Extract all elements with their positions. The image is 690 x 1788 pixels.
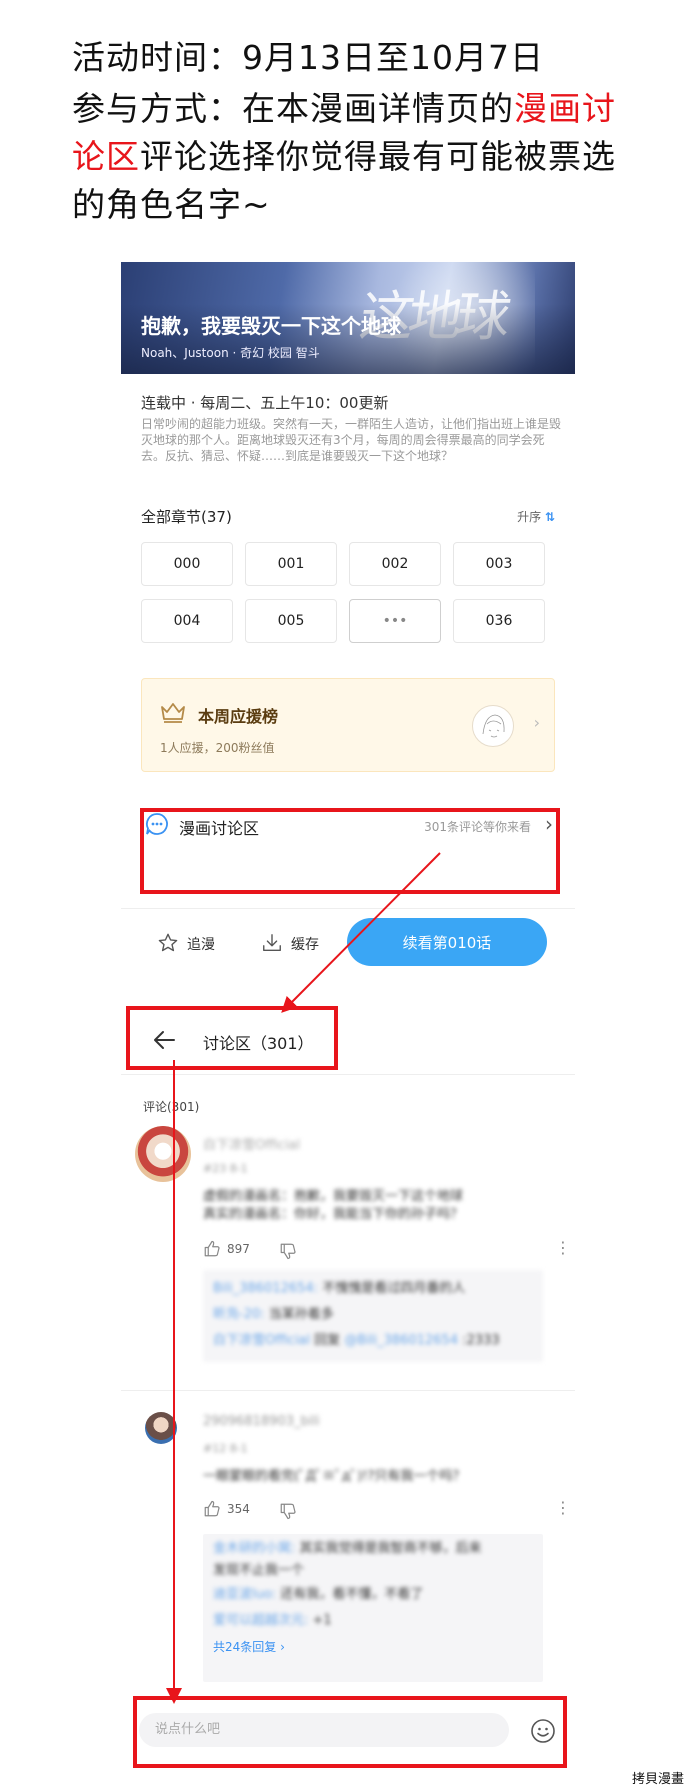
comment-meta: #23 8-1 — [203, 1162, 248, 1175]
divider — [121, 1390, 575, 1391]
avatar[interactable] — [135, 1126, 191, 1182]
divider — [121, 1074, 575, 1075]
sort-arrow-icon: ⇅ — [544, 510, 555, 524]
reply-item: 白下凉雪Official 回复 @Bili_386012654 :2333 — [213, 1333, 500, 1348]
thumbs-down-icon[interactable] — [279, 1242, 297, 1260]
chapter-button[interactable]: 036 — [453, 599, 545, 643]
thumbs-down-icon[interactable] — [279, 1502, 297, 1520]
like-count: 354 — [227, 1502, 250, 1516]
download-button[interactable]: 缓存 — [291, 934, 319, 954]
crown-icon — [161, 703, 185, 723]
reply-item: 发现不止我一个 — [213, 1563, 305, 1578]
supporter-avatar — [472, 705, 514, 747]
highlight-box-discussion-entry — [140, 808, 560, 894]
reply-item: 迪亚波luo: 还有我，看不懂，不看了 — [213, 1587, 424, 1602]
continue-reading-button[interactable]: 续看第010话 — [347, 918, 547, 966]
reply-item: Bili_386012654: 不愧愧是看过四月番的人 — [213, 1281, 466, 1296]
participation-rest: 评论选择你觉得最有可能被票选 — [140, 137, 616, 176]
comment-item: 29096818903_bili #12 8-1 一眼蒙眼的看完(ﾟДﾟ≡ﾟдﾟ… — [135, 1410, 575, 1690]
discussion-screenshot: 讨论区（301） 评论(301) 白下凉雪Official #23 8-1 虚假… — [121, 1000, 575, 1770]
highlight-discussion-part2: 论区 — [72, 137, 140, 176]
participation-prefix: 参与方式：在本漫画详情页的 — [72, 89, 514, 128]
reply-item: 爱可以超越次元: +1 — [213, 1613, 332, 1628]
highlight-box-comment-input — [133, 1696, 567, 1768]
star-icon[interactable] — [157, 932, 179, 954]
chapter-button[interactable]: 004 — [141, 599, 233, 643]
avatar[interactable] — [145, 1412, 177, 1444]
chapter-button[interactable]: 002 — [349, 542, 441, 586]
highlight-discussion-part1: 漫画讨 — [514, 89, 616, 128]
reply-item: 金木研的小窝: 其实我觉得是我智商不够，后来 — [213, 1541, 482, 1556]
comic-title: 抱歉，我要毁灭一下这个地球 — [141, 314, 401, 338]
highlight-box-discussion-title — [126, 1006, 338, 1070]
comment-count: 评论(301) — [143, 1100, 200, 1114]
chapter-button[interactable]: 001 — [245, 542, 337, 586]
participation-line-2: 论区评论选择你觉得最有可能被票选 — [72, 133, 616, 181]
sort-toggle[interactable]: 升序 ⇅ — [517, 508, 555, 525]
comic-description: 日常吵闹的超能力班级。突然有一天，一群陌生人造访，让他们指出班上谁是毁灭地球的那… — [141, 417, 562, 463]
comment-text-line: 虚假的漫画名：抱歉，我要毁灭一下这个地球 — [203, 1189, 464, 1204]
thumbs-up-icon[interactable] — [203, 1500, 221, 1518]
chapter-more-button[interactable]: ••• — [349, 599, 441, 643]
divider — [121, 908, 575, 909]
participation-line-3: 的角色名字~ — [72, 185, 271, 224]
participation-line-1: 参与方式：在本漫画详情页的漫画讨 — [72, 85, 616, 133]
follow-button[interactable]: 追漫 — [187, 934, 215, 954]
reply-list[interactable]: 金木研的小窝: 其实我觉得是我智商不够，后来 发现不止我一个 迪亚波luo: 还… — [203, 1534, 543, 1682]
watermark: 拷貝漫畫 — [631, 1772, 684, 1787]
comment-user[interactable]: 白下凉雪Official — [203, 1134, 300, 1153]
comment-user[interactable]: 29096818903_bili — [203, 1414, 320, 1429]
more-replies-link[interactable]: 共24条回复 › — [213, 1638, 533, 1655]
chapters-header: 全部章节(37) — [141, 508, 232, 526]
activity-time: 活动时间：9月13日至10月7日 — [72, 38, 544, 77]
weekly-support-ranking[interactable]: 本周应援榜 1人应援，200粉丝值 › — [141, 678, 555, 772]
support-subtitle: 1人应援，200粉丝值 — [160, 741, 275, 755]
comment-text-line: 一眼蒙眼的看完(ﾟДﾟ≡ﾟдﾟ)!?只有我一个吗？ — [203, 1469, 466, 1484]
chapter-button[interactable]: 005 — [245, 599, 337, 643]
comment-meta: #12 8-1 — [203, 1442, 248, 1455]
download-icon[interactable] — [261, 932, 283, 954]
more-options-icon[interactable]: ⋮ — [555, 1498, 571, 1517]
comic-meta: Noah、Justoon · 奇幻 校园 智斗 — [141, 346, 320, 360]
comic-banner[interactable]: 这地球 抱歉，我要毁灭一下这个地球 Noah、Justoon · 奇幻 校园 智… — [121, 262, 575, 374]
comment-text-line: 真实的漫画名：你好，我能当下你的孙子吗？ — [203, 1207, 464, 1222]
chapter-button[interactable]: 000 — [141, 542, 233, 586]
more-options-icon[interactable]: ⋮ — [555, 1238, 571, 1257]
reply-item: 昕凫-20: 当某孙着多 — [213, 1307, 334, 1322]
sketch-avatar-icon — [482, 714, 505, 738]
reply-list[interactable]: Bili_386012654: 不愧愧是看过四月番的人 昕凫-20: 当某孙着多… — [203, 1270, 543, 1362]
chevron-right-icon: › — [533, 713, 540, 732]
thumbs-up-icon[interactable] — [203, 1240, 221, 1258]
support-title: 本周应援榜 — [198, 707, 279, 726]
serial-status: 连载中 · 每周二、五上午10：00更新 — [141, 394, 389, 412]
chapter-button[interactable]: 003 — [453, 542, 545, 586]
comment-item: 白下凉雪Official #23 8-1 虚假的漫画名：抱歉，我要毁灭一下这个地… — [135, 1126, 575, 1376]
sort-label: 升序 — [517, 510, 542, 524]
like-count: 897 — [227, 1242, 250, 1256]
